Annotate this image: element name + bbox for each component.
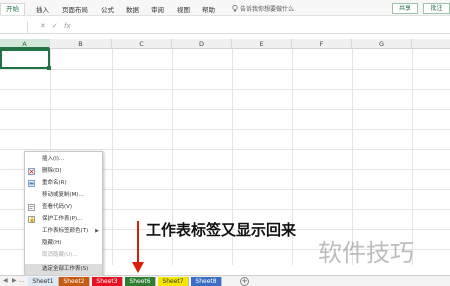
share-button[interactable]: 共享 [392, 3, 418, 14]
prev-sheet-icon[interactable]: ◀ [3, 276, 8, 286]
sheet-tab-sheet2[interactable]: Sheet2 [59, 277, 90, 286]
menu-item-unhide: 取消隐藏(U)... [25, 250, 102, 261]
column-header-g[interactable]: G [352, 39, 412, 49]
delete-sheet-icon [28, 168, 35, 175]
sheet-tab-bar: ◀ ▶ ... Sheet1 Sheet2 Sheet3 Sheet6 Shee… [0, 275, 450, 286]
column-header-d[interactable]: D [172, 39, 232, 49]
menu-item-label: 选定全部工作表(S) [42, 266, 89, 272]
sheet-tab-context-menu: 插入(I)... 删除(D) 重命名(R) 移动或复制(M)... 查看代码(V… [24, 151, 103, 277]
sheet-tab-sheet6[interactable]: Sheet6 [125, 277, 156, 286]
menu-item-view-code[interactable]: 查看代码(V) [25, 202, 102, 213]
gridline [112, 49, 113, 265]
ribbon-tabs: 开始 插入 页面布局 公式 数据 审阅 视图 帮助 告诉我你想要做什么 共享 批… [0, 0, 450, 16]
formula-bar: ✕ ✓ fx [0, 21, 450, 34]
menu-item-label: 查看代码(V) [42, 204, 73, 210]
sheet-tab-sheet8[interactable]: Sheet8 [191, 277, 222, 286]
protect-sheet-icon [28, 216, 35, 223]
comments-button[interactable]: 批注 [423, 3, 450, 14]
column-header-b[interactable]: B [50, 39, 112, 49]
gridline [0, 109, 450, 110]
menu-item-label: 删除(D) [42, 168, 62, 174]
active-cell-a1[interactable] [0, 49, 50, 69]
gridline [0, 69, 450, 70]
tab-insert[interactable]: 插入 [36, 4, 49, 14]
view-code-icon [28, 204, 35, 211]
tab-view[interactable]: 视图 [177, 4, 190, 14]
watermark-text: 软件技巧 [318, 239, 414, 267]
column-headers: A B C D E F G [0, 39, 450, 49]
annotation-text: 工作表标签又显示回来 [146, 221, 297, 239]
annotation-arrow-head [132, 262, 144, 273]
column-header-f[interactable]: F [292, 39, 352, 49]
menu-item-label: 重命名(R) [42, 180, 67, 186]
menu-item-label: 保护工作表(P)... [42, 216, 83, 222]
annotation-arrow-shaft [137, 221, 139, 263]
enter-icon[interactable]: ✓ [52, 22, 58, 30]
menu-item-rename[interactable]: 重命名(R) [25, 178, 102, 189]
next-sheet-icon[interactable]: ▶ [12, 276, 17, 286]
gridline [0, 149, 450, 150]
menu-item-hide[interactable]: 隐藏(H) [25, 238, 102, 249]
tab-formulas[interactable]: 公式 [101, 4, 114, 14]
menu-item-insert[interactable]: 插入(I)... [25, 154, 102, 165]
name-box[interactable] [0, 21, 28, 33]
more-sheets-icon[interactable]: ... [19, 276, 25, 286]
column-header-c[interactable]: C [112, 39, 172, 49]
menu-item-tab-color[interactable]: 工作表标签颜色(T) ▶ [25, 226, 102, 237]
menu-item-label: 移动或复制(M)... [42, 192, 84, 198]
share-label: 共享 [398, 5, 411, 12]
comment-label: 批注 [430, 5, 443, 12]
tell-me-search[interactable]: 告诉我你想要做什么 [232, 4, 294, 14]
insert-function-icon[interactable]: fx [64, 22, 71, 30]
menu-item-select-all-sheets[interactable]: 选定全部工作表(S) [25, 264, 102, 275]
sheet-tab-sheet1[interactable]: Sheet1 [28, 277, 59, 286]
gridline [0, 89, 450, 90]
fill-handle[interactable] [47, 66, 51, 70]
column-header-a[interactable]: A [0, 39, 50, 49]
menu-item-label: 插入(I)... [42, 156, 65, 162]
menu-item-label: 取消隐藏(U)... [42, 252, 78, 258]
menu-item-label: 隐藏(H) [42, 240, 62, 246]
menu-item-label: 工作表标签颜色(T) [42, 228, 89, 234]
rename-icon [28, 180, 35, 187]
menu-item-protect-sheet[interactable]: 保护工作表(P)... [25, 214, 102, 225]
sheet-tab-sheet7[interactable]: Sheet7 [158, 277, 189, 286]
tab-review[interactable]: 审阅 [151, 4, 164, 14]
cancel-icon[interactable]: ✕ [40, 22, 46, 30]
menu-item-delete[interactable]: 删除(D) [25, 166, 102, 177]
submenu-arrow-icon: ▶ [95, 228, 99, 234]
add-sheet-button[interactable]: + [240, 277, 249, 286]
tab-help[interactable]: 帮助 [202, 4, 215, 14]
search-text: 告诉我你想要做什么 [240, 6, 295, 13]
menu-item-move-copy[interactable]: 移动或复制(M)... [25, 190, 102, 201]
sheet-tab-sheet3[interactable]: Sheet3 [92, 277, 123, 286]
column-header-e[interactable]: E [232, 39, 292, 49]
excel-window: 开始 插入 页面布局 公式 数据 审阅 视图 帮助 告诉我你想要做什么 共享 批… [0, 0, 450, 286]
gridline [0, 129, 450, 130]
tab-home[interactable]: 开始 [0, 3, 25, 15]
lightbulb-icon [232, 5, 238, 14]
tab-page-layout[interactable]: 页面布局 [62, 4, 88, 14]
tab-data[interactable]: 数据 [126, 4, 139, 14]
